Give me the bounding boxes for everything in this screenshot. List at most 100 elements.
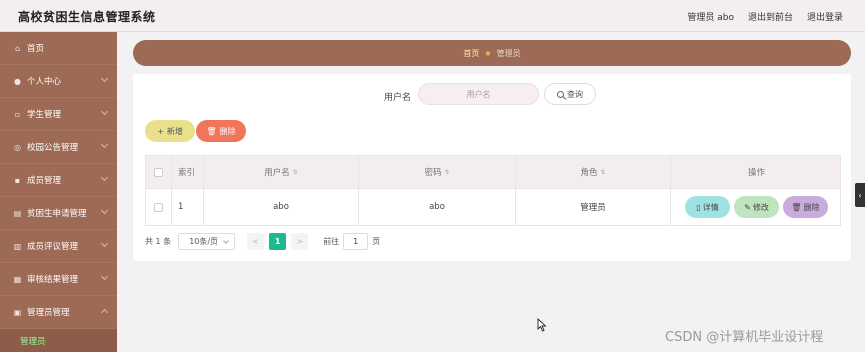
apply-icon: ▤ <box>13 208 22 218</box>
chevron-down-icon <box>100 140 109 149</box>
trash-icon: 🗑 <box>206 126 217 136</box>
app-title: 高校贫困生信息管理系统 <box>18 10 156 24</box>
table-header-row: 索引 用户名 ⇅ 密码 ⇅ 角色 ⇅ 操作 <box>145 155 841 189</box>
chevron-down-icon <box>100 173 109 182</box>
header-checkbox-cell <box>146 156 172 188</box>
sidebar-item-profile[interactable]: ● 个人中心 <box>0 65 117 98</box>
edit-button[interactable]: ✎ 修改 <box>734 196 779 218</box>
sidebar-item-audit[interactable]: ▦ 审核结果管理 <box>0 263 117 296</box>
sidebar-item-label: 贫困生申请管理 <box>27 209 87 219</box>
plus-icon: + <box>157 126 164 136</box>
sidebar-item-label: 成员管理 <box>27 176 62 186</box>
mouse-cursor-icon <box>537 318 547 332</box>
trash-icon: 🗑 <box>791 202 802 212</box>
table-row: 1 abo abo 管理员 ▯ 详情 ✎ 修改 🗑 删除 <box>145 189 841 226</box>
home-icon: ⌂ <box>14 43 21 53</box>
sidebar-item-label: 管理员管理 <box>27 308 70 318</box>
sort-icon: ⇅ <box>600 168 606 176</box>
sort-icon: ⇅ <box>444 168 450 176</box>
document-icon: ▯ <box>696 202 701 212</box>
sidebar-item-label: 审核结果管理 <box>27 275 79 285</box>
sidebar-item-label: 首页 <box>27 44 45 54</box>
breadcrumb-current: 管理员 <box>496 48 521 58</box>
cell-actions: ▯ 详情 ✎ 修改 🗑 删除 <box>671 189 842 225</box>
header-role[interactable]: 角色 ⇅ <box>516 156 671 188</box>
cell-username: abo <box>204 189 359 225</box>
admin-icon: ▣ <box>13 307 22 317</box>
search-button-label: 查询 <box>567 89 583 99</box>
header-username[interactable]: 用户名 ⇅ <box>204 156 359 188</box>
header-password-label: 密码 <box>424 168 442 178</box>
row-checkbox-cell <box>146 189 172 225</box>
cell-role: 管理员 <box>516 189 671 225</box>
select-all-checkbox[interactable] <box>154 167 163 177</box>
pencil-icon: ✎ <box>744 202 751 212</box>
row-checkbox[interactable] <box>154 202 163 212</box>
member-icon: ▪ <box>14 175 21 185</box>
page-number-current[interactable]: 1 <box>269 232 287 250</box>
logout-link[interactable]: 退出登录 <box>807 10 843 23</box>
header-role-label: 角色 <box>580 168 598 178</box>
breadcrumb: 首页 ★ 管理员 <box>133 40 851 66</box>
goto-label: 前往 <box>323 236 340 246</box>
prev-page-button[interactable]: < <box>247 232 265 250</box>
top-header: 高校贫困生信息管理系统 管理员 abo 退出到前台 退出登录 <box>0 0 865 32</box>
row-delete-button[interactable]: 🗑 删除 <box>783 196 828 218</box>
user-icon: ● <box>14 76 21 86</box>
add-button[interactable]: + 新增 <box>145 120 195 142</box>
sidebar-item-admins[interactable]: ▣ 管理员管理 <box>0 296 117 329</box>
sidebar-item-label: 个人中心 <box>27 77 62 87</box>
sidebar-item-home[interactable]: ⌂ 首页 <box>0 32 117 65</box>
header-links: 管理员 abo 退出到前台 退出登录 <box>687 10 843 23</box>
star-icon: ★ <box>484 48 492 58</box>
header-index: 索引 <box>172 156 204 188</box>
content-panel: 用户名 查询 + 新增 🗑 删除 索引 用户名⇅ 密码⇅ 角色⇅ 操作 1 ab… <box>133 74 851 261</box>
chevron-down-icon <box>100 206 109 215</box>
edit-button-label: 修改 <box>752 202 769 212</box>
search-button[interactable]: 查询 <box>544 83 596 105</box>
chevron-down-icon <box>100 107 109 116</box>
detail-button-label: 详情 <box>702 202 719 212</box>
sidebar-item-notices[interactable]: ◎ 校园公告管理 <box>0 131 117 164</box>
page-size-value: 10条/页 <box>189 236 219 246</box>
notice-icon: ◎ <box>14 142 21 152</box>
page-size-select[interactable]: 10条/页 <box>178 232 236 250</box>
chevron-down-icon <box>100 74 109 83</box>
current-user-label[interactable]: 管理员 abo <box>687 10 734 23</box>
sidebar: ⌂ 首页 ● 个人中心 ▫ 学生管理 ◎ 校园公告管理 ▪ 成员管理 ▤ 贫困生… <box>0 32 117 352</box>
total-count: 共 1 条 <box>145 236 172 246</box>
next-page-button[interactable]: > <box>291 232 309 250</box>
chevron-down-icon <box>223 237 230 244</box>
chevron-up-icon <box>100 308 109 317</box>
row-delete-button-label: 删除 <box>803 202 820 212</box>
bulk-delete-button[interactable]: 🗑 删除 <box>196 120 246 142</box>
sidebar-item-label: 成员评议管理 <box>27 242 79 252</box>
side-panel-toggle[interactable]: ‹ <box>855 183 865 207</box>
chevron-down-icon <box>100 239 109 248</box>
goto-page-input[interactable] <box>343 232 369 250</box>
sidebar-item-reviews[interactable]: ▥ 成员评议管理 <box>0 230 117 263</box>
watermark: CSDN @计算机毕业设计程 <box>665 330 824 345</box>
delete-button-label: 删除 <box>219 126 236 136</box>
add-button-label: 新增 <box>166 126 183 136</box>
header-actions: 操作 <box>747 168 765 178</box>
breadcrumb-home-link[interactable]: 首页 <box>463 48 479 59</box>
detail-button[interactable]: ▯ 详情 <box>685 196 730 218</box>
search-label: 用户名 <box>384 93 412 103</box>
sidebar-item-students[interactable]: ▫ 学生管理 <box>0 98 117 131</box>
header-username-label: 用户名 <box>264 168 290 178</box>
username-search-input[interactable] <box>418 83 539 105</box>
back-to-frontend-link[interactable]: 退出到前台 <box>748 10 793 23</box>
sidebar-item-applications[interactable]: ▤ 贫困生申请管理 <box>0 197 117 230</box>
header-password[interactable]: 密码 ⇅ <box>359 156 516 188</box>
cell-index: 1 <box>172 189 204 225</box>
audit-icon: ▦ <box>13 274 22 284</box>
sidebar-subitem-admin[interactable]: 管理员 <box>0 329 117 352</box>
search-icon <box>557 90 564 98</box>
sort-icon: ⇅ <box>292 168 298 176</box>
sidebar-item-members[interactable]: ▪ 成员管理 <box>0 164 117 197</box>
sidebar-item-label: 学生管理 <box>27 110 62 120</box>
student-icon: ▫ <box>14 109 21 119</box>
cell-password: abo <box>359 189 516 225</box>
chevron-left-icon: ‹ <box>858 190 862 200</box>
